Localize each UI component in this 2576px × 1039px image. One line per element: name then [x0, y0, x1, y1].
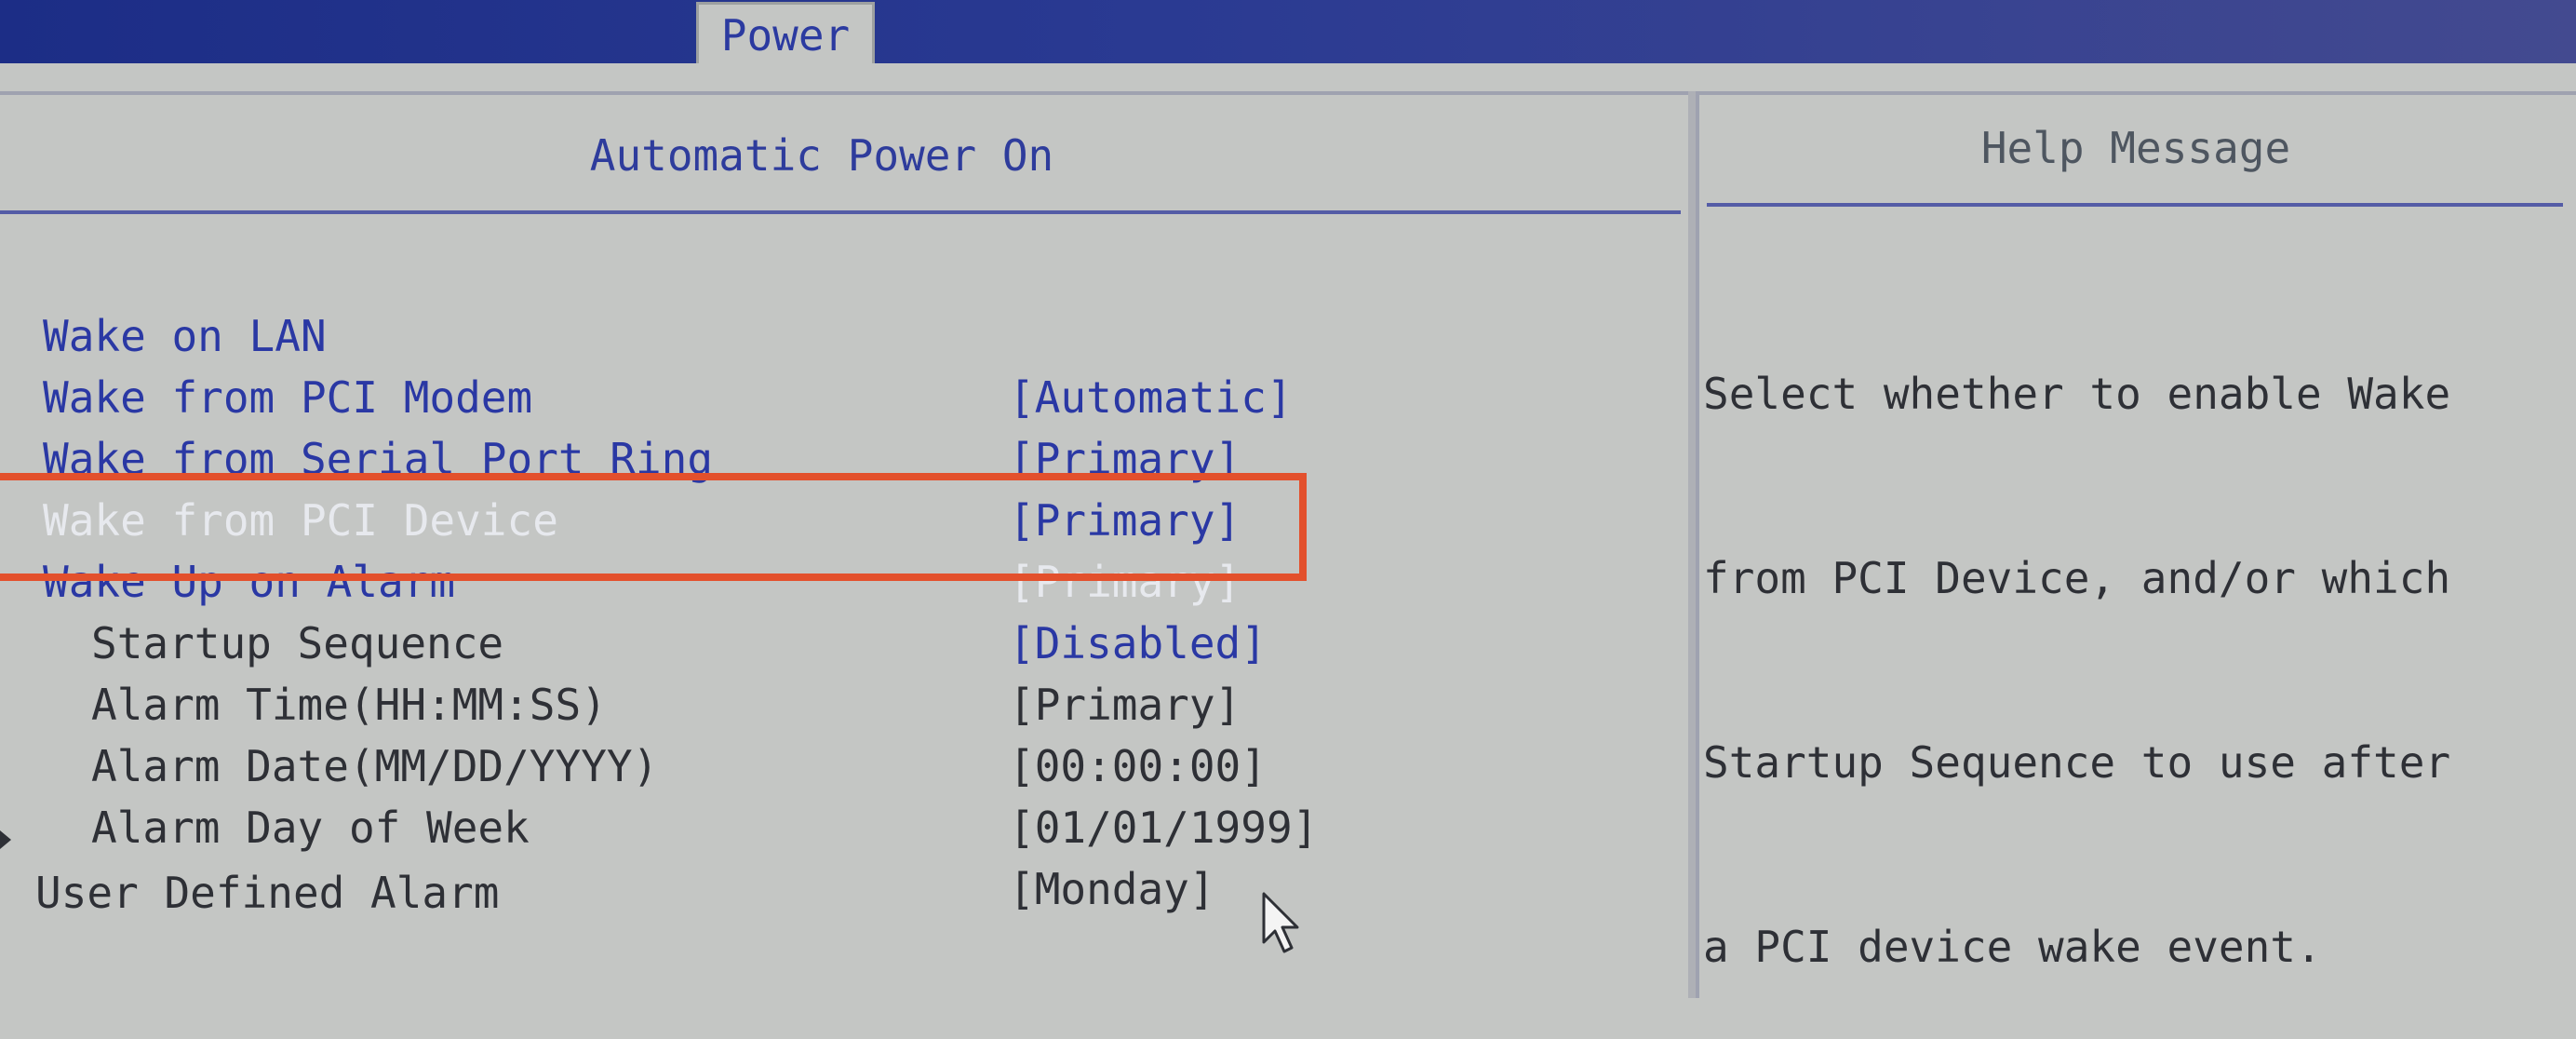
- help-line: Startup Sequence to use after: [1703, 737, 2451, 788]
- help-line: from PCI Device, and/or which: [1703, 553, 2451, 603]
- menu-item-alarm-day-of-week[interactable]: Alarm Day of Week [Monday]: [0, 735, 1396, 914]
- menu-item-user-defined-alarm[interactable]: User Defined Alarm: [0, 801, 1396, 918]
- help-line: a PCI device wake event.: [1703, 922, 2322, 972]
- item-label: User Defined Alarm: [35, 868, 500, 918]
- menu-item-alarm-time[interactable]: Alarm Time(HH:MM:SS) [00:00:00]: [0, 613, 1396, 791]
- title-rule-left: [0, 210, 1681, 214]
- bios-top-bar: [0, 0, 2576, 63]
- tab-power[interactable]: Power: [696, 2, 875, 63]
- menu-item-alarm-date[interactable]: Alarm Date(MM/DD/YYYY) [01/01/1999]: [0, 674, 1396, 853]
- panel-divider: [1688, 91, 1696, 998]
- menu-item-wake-from-pci-modem[interactable]: Wake from PCI Modem [Primary]: [0, 305, 1396, 484]
- help-text: Select whether to enable Wake from PCI D…: [1703, 240, 2559, 1039]
- item-value: [Monday]: [1009, 864, 1215, 914]
- page-title: Automatic Power On: [589, 130, 1054, 181]
- menu-item-wake-from-serial-port-ring[interactable]: Wake from Serial Port Ring [Primary]: [0, 367, 1396, 546]
- title-rule-right: [1707, 203, 2563, 207]
- help-title: Help Message: [1980, 123, 2291, 173]
- frame-top: [0, 63, 2576, 91]
- mouse-pointer-icon: [1262, 892, 1299, 953]
- menu-item-wake-on-lan[interactable]: Wake on LAN [Automatic]: [0, 244, 1396, 423]
- help-line: Select whether to enable Wake: [1703, 369, 2451, 419]
- highlight-box: [0, 473, 1307, 581]
